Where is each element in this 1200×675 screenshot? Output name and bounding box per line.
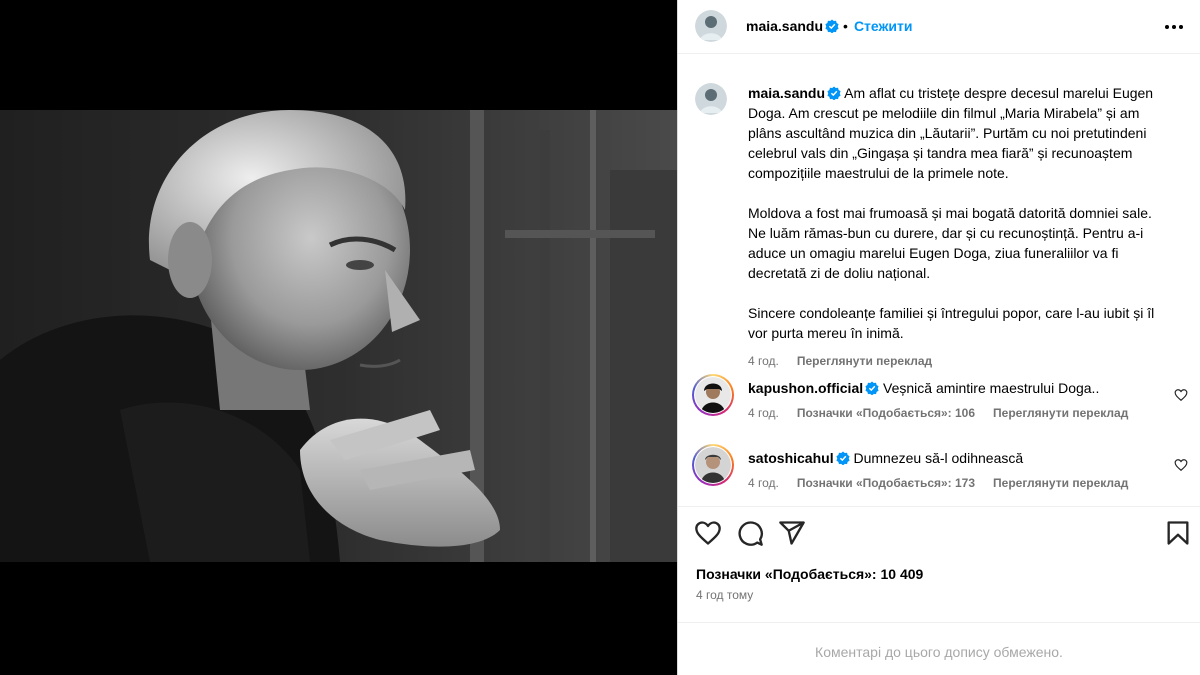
caption-translate-link[interactable]: Переглянути переклад [797, 354, 932, 368]
post-time-ago: 4 год тому [696, 588, 754, 602]
share-icon[interactable] [778, 519, 806, 547]
caption-author-avatar[interactable] [695, 83, 727, 115]
bookmark-icon[interactable] [1164, 519, 1192, 547]
caption-username[interactable]: maia.sandu [748, 85, 825, 101]
comment-item: kapushon.official Veșnică amintire maest… [678, 374, 1200, 437]
commenter-avatar[interactable] [695, 447, 731, 483]
comment-translate-link[interactable]: Переглянути переклад [993, 406, 1128, 420]
caption-time: 4 год. [748, 354, 779, 368]
caption-paragraph-2: Moldova a fost mai frumoasă și mai bogat… [748, 205, 1152, 281]
author-username[interactable]: maia.sandu [746, 18, 823, 34]
header-line: maia.sandu • Стежити [746, 18, 913, 34]
caption-paragraph-3: Sincere condoleanțe familiei și întregul… [748, 305, 1155, 341]
dot-separator: • [843, 18, 848, 34]
action-bar [678, 506, 1200, 562]
verified-badge-icon [865, 381, 879, 395]
comment-likes-link[interactable]: Позначки «Подобається»: 173 [797, 476, 975, 490]
comment-translate-link[interactable]: Переглянути переклад [993, 476, 1128, 490]
comment-text: Dumnezeu să-l odihnească [853, 450, 1024, 466]
caption-paragraph: maia.sandu Am aflat cu tristețe despre d… [748, 83, 1173, 183]
comment-item: satoshicahul Dumnezeu să-l odihnească 4 … [678, 444, 1200, 507]
post-detail-panel: maia.sandu • Стежити maia.sandu Am aflat c… [678, 0, 1200, 675]
comment-text: Veșnică amintire maestrului Doga.. [883, 380, 1100, 396]
verified-badge-icon [825, 19, 839, 33]
commenter-username[interactable]: satoshicahul [748, 450, 834, 466]
commenter-username[interactable]: kapushon.official [748, 380, 863, 396]
verified-badge-icon [836, 451, 850, 465]
comment-meta: 4 год. Позначки «Подобається»: 173 Перегля… [748, 476, 1146, 490]
comments-limited-text: Коментарі до цього допису обмежено. [815, 644, 1063, 660]
post-media-pane [0, 0, 677, 675]
heart-icon[interactable] [694, 519, 722, 547]
comment-likes-link[interactable]: Позначки «Подобається»: 106 [797, 406, 975, 420]
comment-meta: 4 год. Позначки «Подобається»: 106 Перегля… [748, 406, 1146, 420]
post-photo[interactable] [0, 110, 677, 562]
post-likes-count[interactable]: Позначки «Подобається»: 10 409 [696, 566, 923, 582]
author-avatar[interactable] [695, 10, 727, 42]
comment-time: 4 год. [748, 476, 779, 490]
post-header: maia.sandu • Стежити [678, 0, 1200, 54]
more-options-icon[interactable] [1162, 15, 1186, 39]
comment-like-heart-icon[interactable] [1174, 458, 1188, 472]
comment-time: 4 год. [748, 406, 779, 420]
comment-like-heart-icon[interactable] [1174, 388, 1188, 402]
comment-line: satoshicahul Dumnezeu să-l odihnească [748, 450, 1023, 466]
comment-icon[interactable] [736, 519, 764, 547]
verified-badge-icon [827, 86, 841, 100]
follow-button[interactable]: Стежити [854, 18, 913, 34]
caption-meta: 4 год. Переглянути переклад [748, 351, 1173, 371]
comments-limited-bar: Коментарі до цього допису обмежено. [678, 622, 1200, 675]
comment-line: kapushon.official Veșnică amintire maest… [748, 380, 1099, 396]
commenter-avatar[interactable] [695, 377, 731, 413]
caption-text: maia.sandu Am aflat cu tristețe despre d… [748, 83, 1173, 371]
